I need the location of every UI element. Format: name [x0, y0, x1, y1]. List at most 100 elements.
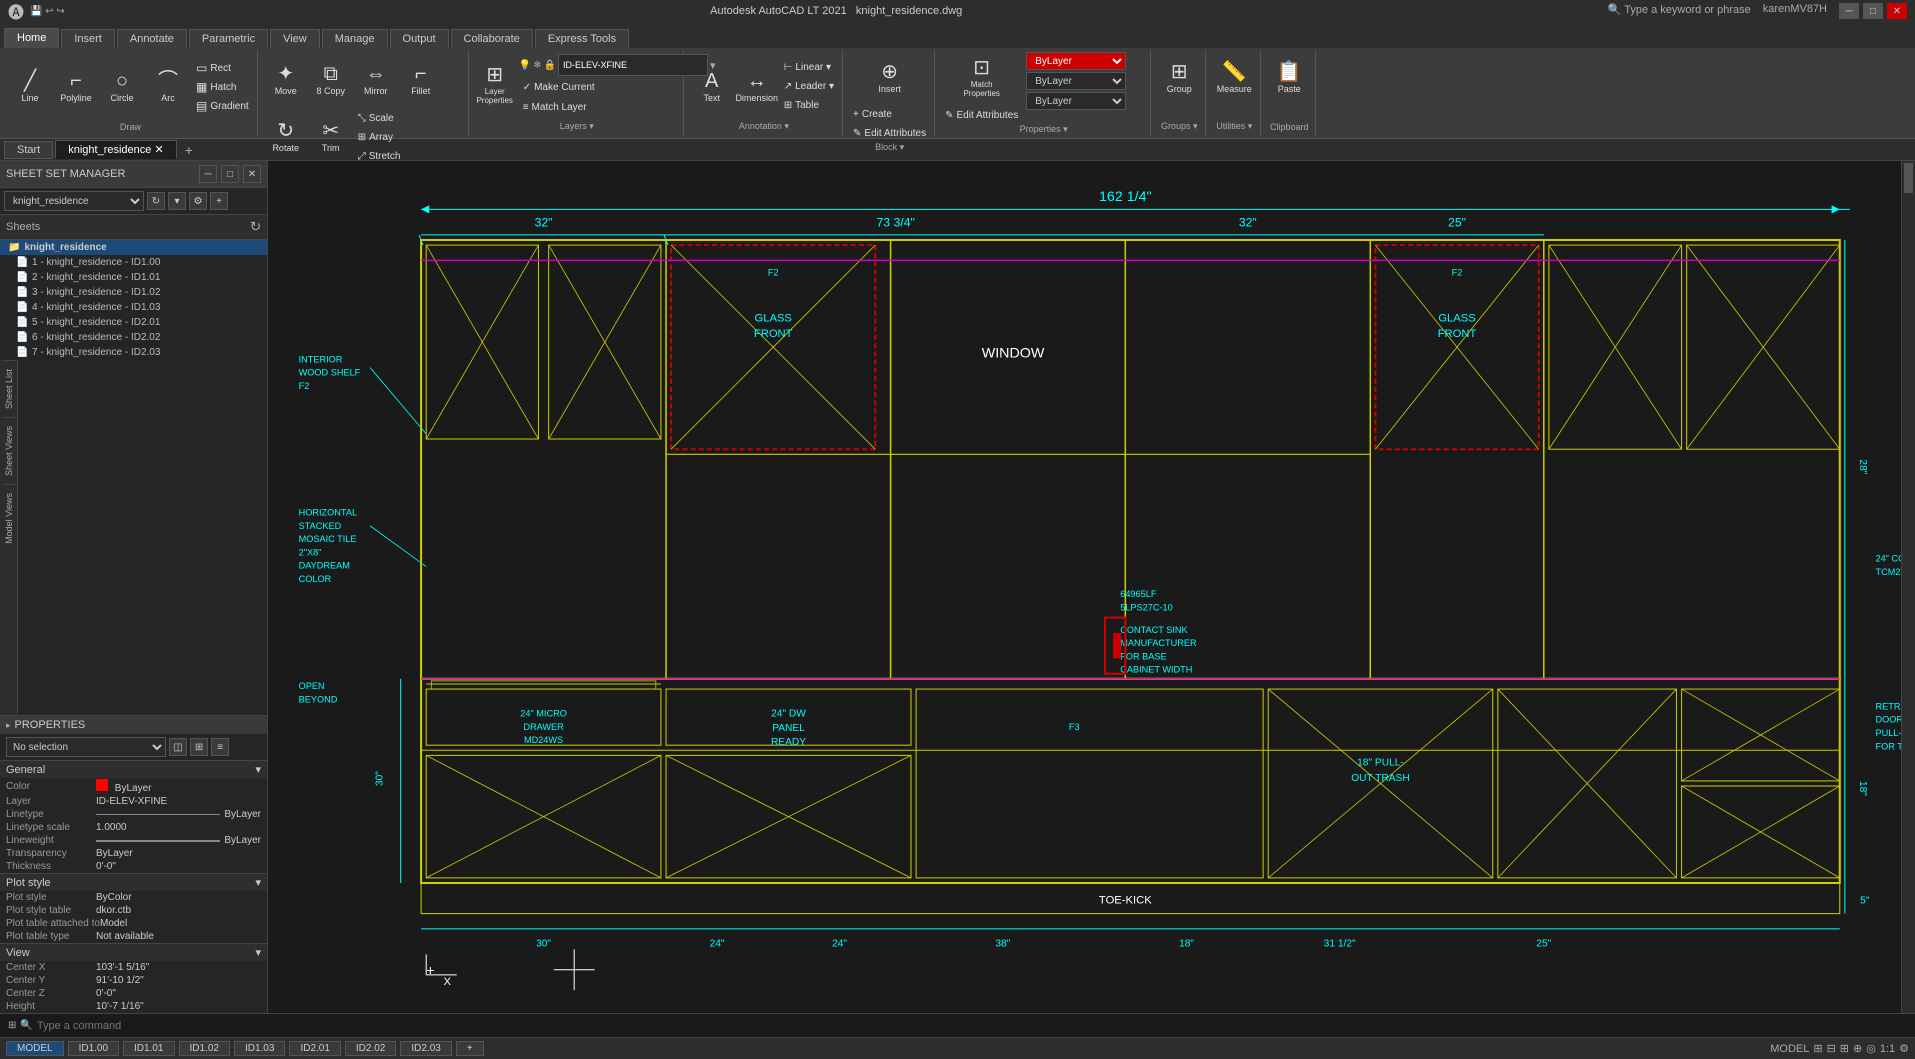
create-button[interactable]: +Create — [849, 105, 930, 123]
command-input[interactable] — [37, 1020, 1907, 1032]
id101-tab[interactable]: ID1.01 — [123, 1041, 174, 1056]
model-views-tab[interactable]: Model Views — [2, 484, 16, 552]
sheet-item-parent[interactable]: 📁 knight_residence — [0, 240, 267, 255]
layer-freeze-icon[interactable]: ❄ — [533, 60, 541, 71]
sheets-refresh[interactable]: ↻ — [250, 219, 261, 235]
circle-button[interactable]: ○Circle — [100, 59, 144, 115]
props-btn1[interactable]: ◫ — [169, 738, 187, 756]
model-tab[interactable]: MODEL — [6, 1041, 64, 1056]
osnap-icon[interactable]: ◎ — [1866, 1042, 1876, 1055]
sheet-list-tab[interactable]: Sheet List — [2, 360, 16, 417]
fillet-button[interactable]: ⌐Fillet — [399, 52, 443, 108]
color-combo[interactable]: ByLayer — [1026, 52, 1126, 70]
tab-view[interactable]: View — [270, 29, 320, 48]
props-btn2[interactable]: ⊞ — [190, 738, 208, 756]
minimize-button[interactable]: ─ — [1839, 3, 1859, 19]
edit-button[interactable]: ✎Edit Attributes — [849, 124, 930, 142]
grid-icon[interactable]: ⊞ — [1813, 1042, 1822, 1055]
settings-icon[interactable]: ⚙ — [1899, 1042, 1909, 1055]
edit-attrs-button[interactable]: ✎Edit Attributes — [941, 106, 1022, 124]
general-collapse[interactable]: ▾ — [255, 763, 261, 776]
sheet-item-4[interactable]: 📄 5 - knight_residence - ID2.01 — [0, 315, 267, 330]
linetype-combo[interactable]: ByLayer — [1026, 72, 1126, 90]
tab-document[interactable]: knight_residence ✕ — [55, 140, 176, 159]
scale-button[interactable]: ⤡Scale — [354, 109, 405, 127]
leader-button[interactable]: ↗Leader ▾ — [780, 78, 838, 96]
general-section[interactable]: General ▾ — [0, 760, 267, 778]
sheet-item-0[interactable]: 📄 1 - knight_residence - ID1.00 — [0, 255, 267, 270]
props-selection[interactable]: No selection — [6, 737, 166, 757]
right-scrollbar[interactable] — [1901, 161, 1915, 1013]
id103-tab[interactable]: ID1.03 — [234, 1041, 285, 1056]
hatch-button[interactable]: ▦Hatch — [192, 78, 253, 96]
tab-insert[interactable]: Insert — [61, 29, 115, 48]
table-button[interactable]: ⊞Table — [780, 97, 838, 115]
match-props-button[interactable]: ⊡ Match Properties — [957, 52, 1007, 104]
scroll-thumb[interactable] — [1904, 163, 1913, 193]
ssm-new-button[interactable]: + — [210, 192, 228, 210]
text-button[interactable]: AText — [690, 59, 734, 115]
layer-lock-icon[interactable]: 🔒 — [544, 60, 556, 71]
paste-button[interactable]: 📋Paste — [1267, 52, 1311, 104]
polar-icon[interactable]: ⊕ — [1853, 1042, 1862, 1055]
id102-tab[interactable]: ID1.02 — [179, 1041, 230, 1056]
polyline-button[interactable]: ⌐Polyline — [54, 59, 98, 115]
id201-tab[interactable]: ID2.01 — [289, 1041, 340, 1056]
tab-home[interactable]: Home — [4, 28, 59, 48]
tab-parametric[interactable]: Parametric — [189, 29, 268, 48]
rotate-button[interactable]: ↻Rotate — [264, 109, 308, 165]
id100-tab[interactable]: ID1.00 — [68, 1041, 119, 1056]
sheet-item-3[interactable]: 📄 4 - knight_residence - ID1.03 — [0, 300, 267, 315]
title-controls[interactable]: 🔍 Type a keyword or phrase karenMV87H ─ … — [1608, 3, 1907, 19]
ssm-refresh-button[interactable]: ↻ — [147, 192, 165, 210]
array-button[interactable]: ⊞Array — [354, 128, 405, 146]
view-collapse[interactable]: ▾ — [255, 946, 261, 959]
insert-button[interactable]: ⊕Insert — [868, 52, 912, 104]
drawing-canvas-area[interactable]: 162 1/4" 32" 73 3/4" 32" 25" — [268, 161, 1901, 1013]
arc-button[interactable]: ⌒Arc — [146, 59, 190, 115]
plot-style-collapse[interactable]: ▾ — [255, 876, 261, 889]
sheet-views-tab[interactable]: Sheet Views — [2, 417, 16, 484]
tab-express[interactable]: Express Tools — [535, 29, 629, 48]
ssm-dropdown[interactable]: knight_residence — [4, 191, 144, 211]
make-current-button[interactable]: ✓Make Current — [519, 78, 679, 96]
snap-icon[interactable]: ⊟ — [1827, 1042, 1836, 1055]
view-section[interactable]: View ▾ — [0, 943, 267, 961]
copy-button[interactable]: ⧉8 Copy — [309, 52, 353, 108]
sheet-item-6[interactable]: 📄 7 - knight_residence - ID2.03 — [0, 345, 267, 360]
close-button[interactable]: ✕ — [1887, 3, 1907, 19]
line-button[interactable]: ╱Line — [8, 59, 52, 115]
group-button[interactable]: ⊞Group — [1157, 52, 1201, 104]
tab-collaborate[interactable]: Collaborate — [451, 29, 533, 48]
measure-button[interactable]: 📏Measure — [1212, 52, 1256, 104]
id202-tab[interactable]: ID2.02 — [345, 1041, 396, 1056]
dimension-button[interactable]: ↔Dimension — [735, 59, 779, 115]
rect-button[interactable]: ▭Rect — [192, 59, 253, 77]
tab-manage[interactable]: Manage — [322, 29, 388, 48]
app-icon[interactable]: 🅐 — [8, 0, 24, 23]
linear-button[interactable]: ⊢Linear ▾ — [780, 59, 838, 77]
ssm-min-button[interactable]: ─ — [199, 165, 217, 183]
plot-style-section[interactable]: Plot style ▾ — [0, 873, 267, 891]
tab-annotate[interactable]: Annotate — [117, 29, 187, 48]
tab-output[interactable]: Output — [390, 29, 449, 48]
layer-visibility-icon[interactable]: 💡 — [519, 60, 531, 71]
tab-add[interactable]: + — [179, 140, 199, 160]
search-box[interactable]: 🔍 Type a keyword or phrase — [1608, 3, 1751, 19]
tab-start[interactable]: Start — [4, 141, 53, 159]
props-btn3[interactable]: ≡ — [211, 738, 229, 756]
ssm-settings-button[interactable]: ⚙ — [189, 192, 207, 210]
sheet-item-1[interactable]: 📄 2 - knight_residence - ID1.01 — [0, 270, 267, 285]
sheet-item-2[interactable]: 📄 3 - knight_residence - ID1.02 — [0, 285, 267, 300]
ssm-options-button[interactable]: ▾ — [168, 192, 186, 210]
ssm-close-button[interactable]: ✕ — [243, 165, 261, 183]
ortho-icon[interactable]: ⊞ — [1840, 1042, 1849, 1055]
id203-tab[interactable]: ID2.03 — [400, 1041, 451, 1056]
trim-button[interactable]: ✂Trim — [309, 109, 353, 165]
layer-properties-button[interactable]: ⊞ Layer Properties — [475, 59, 515, 111]
ssm-max-button[interactable]: □ — [221, 165, 239, 183]
gradient-button[interactable]: ▤Gradient — [192, 97, 253, 115]
add-tab-btn[interactable]: + — [456, 1041, 484, 1056]
lineweight-combo[interactable]: ByLayer — [1026, 92, 1126, 110]
match-layer-button[interactable]: ≡Match Layer — [519, 98, 679, 116]
